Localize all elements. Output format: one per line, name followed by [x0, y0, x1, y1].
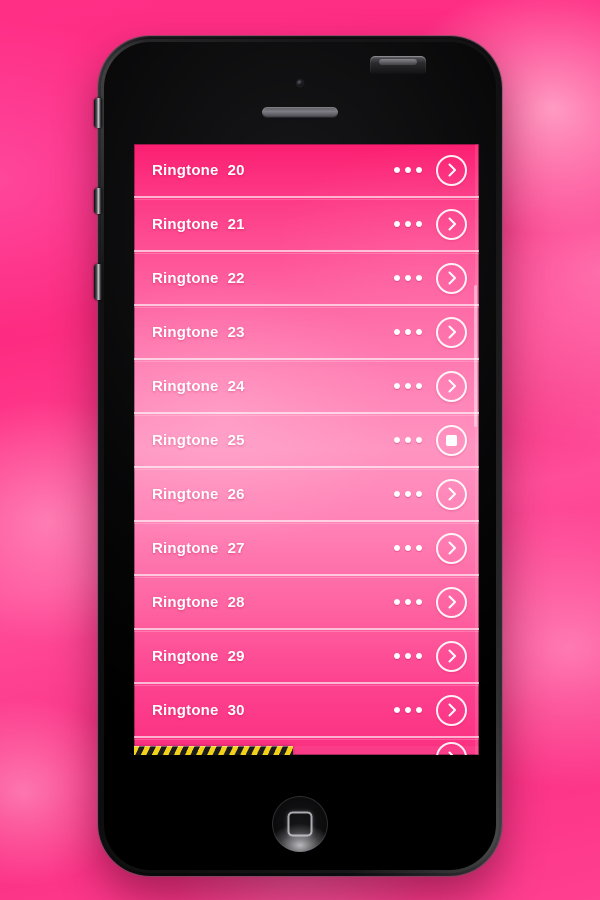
- ringtone-label: Ringtone 26: [152, 485, 245, 503]
- more-options-icon[interactable]: [394, 599, 422, 605]
- play-icon[interactable]: [436, 370, 467, 402]
- playback-progress-fill: [134, 746, 293, 755]
- list-item[interactable]: Ringtone 20: [134, 144, 479, 200]
- volume-down-button[interactable]: [94, 264, 102, 300]
- phone-front-face: Ringtone 20 Ringtone 21 Ringtone 22 Ring…: [104, 42, 496, 870]
- play-icon[interactable]: [436, 262, 467, 294]
- play-icon[interactable]: [436, 316, 467, 348]
- more-options-icon[interactable]: [394, 545, 422, 551]
- list-item[interactable]: Ringtone 22: [134, 252, 479, 308]
- list-item[interactable]: Ringtone 24: [134, 360, 479, 416]
- ringtone-label: Ringtone 25: [152, 431, 245, 449]
- ringtone-label: Ringtone 28: [152, 593, 245, 611]
- power-button[interactable]: [370, 56, 426, 74]
- app-screen: Ringtone 20 Ringtone 21 Ringtone 22 Ring…: [134, 144, 479, 755]
- play-icon[interactable]: [436, 532, 467, 564]
- ringtone-label: Ringtone 21: [152, 215, 245, 233]
- phone-device: Ringtone 20 Ringtone 21 Ringtone 22 Ring…: [94, 36, 502, 876]
- play-icon[interactable]: [436, 208, 467, 240]
- ringtone-label: Ringtone 27: [152, 539, 245, 557]
- list-item[interactable]: Ringtone 21: [134, 198, 479, 254]
- list-item[interactable]: Ringtone 28: [134, 576, 479, 632]
- more-options-icon[interactable]: [394, 707, 422, 713]
- more-options-icon[interactable]: [394, 329, 422, 335]
- more-options-icon[interactable]: [394, 437, 422, 443]
- list-item[interactable]: Ringtone 23: [134, 306, 479, 362]
- play-icon[interactable]: [436, 478, 467, 510]
- more-options-icon[interactable]: [394, 167, 422, 173]
- silent-switch[interactable]: [94, 98, 102, 128]
- scrollbar-thumb[interactable]: [474, 284, 477, 427]
- playback-progress-bar[interactable]: [134, 746, 479, 755]
- screenshot-root: Ringtone 20 Ringtone 21 Ringtone 22 Ring…: [0, 0, 600, 900]
- home-button[interactable]: [272, 796, 328, 852]
- list-item[interactable]: Ringtone 25: [134, 414, 479, 470]
- play-icon[interactable]: [436, 694, 467, 726]
- earpiece-speaker: [262, 107, 338, 118]
- more-options-icon[interactable]: [394, 653, 422, 659]
- more-options-icon[interactable]: [394, 491, 422, 497]
- front-camera-icon: [297, 80, 303, 86]
- stop-square-glyph: [446, 434, 457, 446]
- scrollbar-track[interactable]: [474, 144, 478, 755]
- ringtone-label: Ringtone 29: [152, 647, 245, 665]
- ringtone-label: Ringtone 23: [152, 323, 245, 341]
- stop-icon[interactable]: [436, 424, 467, 456]
- more-options-icon[interactable]: [394, 221, 422, 227]
- volume-up-button[interactable]: [94, 188, 102, 214]
- ringtone-label: Ringtone 22: [152, 269, 245, 287]
- list-item[interactable]: Ringtone 30: [134, 684, 479, 740]
- more-options-icon[interactable]: [394, 275, 422, 281]
- play-icon[interactable]: [436, 586, 467, 618]
- play-icon[interactable]: [436, 154, 467, 186]
- home-square-icon: [287, 811, 313, 837]
- ringtone-label: Ringtone 20: [152, 161, 245, 179]
- list-item[interactable]: Ringtone 26: [134, 468, 479, 524]
- play-icon[interactable]: [436, 640, 467, 672]
- ringtone-label: Ringtone 24: [152, 377, 245, 395]
- more-options-icon[interactable]: [394, 383, 422, 389]
- ringtone-list[interactable]: Ringtone 20 Ringtone 21 Ringtone 22 Ring…: [134, 144, 479, 755]
- list-item[interactable]: Ringtone 29: [134, 630, 479, 686]
- list-item[interactable]: Ringtone 27: [134, 522, 479, 578]
- ringtone-label: Ringtone 30: [152, 701, 245, 719]
